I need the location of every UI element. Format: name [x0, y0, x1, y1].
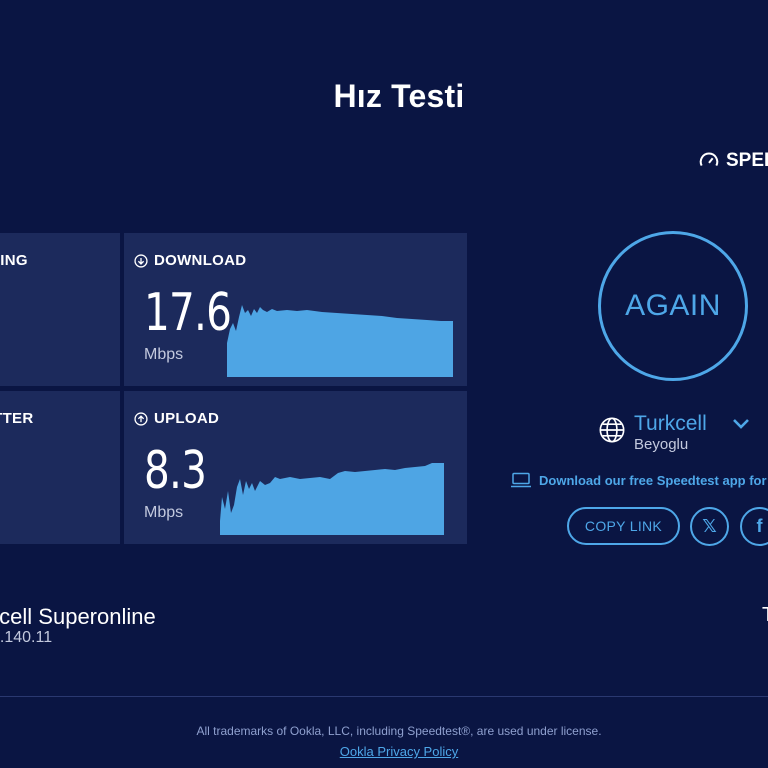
download-panel: DOWNLOAD 17.6 Mbps — [124, 233, 467, 386]
upload-unit: Mbps — [144, 504, 184, 521]
page-title: Hız Testi — [333, 78, 465, 114]
jitter-panel: JITTER — [0, 391, 120, 544]
again-button[interactable]: AGAIN — [598, 231, 748, 381]
ping-panel: PING — [0, 233, 120, 386]
globe-icon — [599, 417, 625, 443]
copy-link-button[interactable]: COPY LINK — [567, 507, 680, 545]
server-selector[interactable]: Turkcell Beyoglu — [598, 412, 707, 453]
laptop-icon — [511, 472, 531, 488]
privacy-policy-link[interactable]: Ookla Privacy Policy — [0, 744, 768, 759]
ping-label: PING — [0, 252, 28, 269]
facebook-share-button[interactable]: f — [740, 507, 768, 546]
x-share-button[interactable]: 𝕏 — [690, 507, 729, 546]
download-app-text: Download our free Speedtest app for — [539, 472, 767, 488]
download-unit: Mbps — [144, 346, 184, 363]
download-value: 17.6 — [144, 283, 232, 343]
speedtest-page: Hız Testi SPEED PING DOWNLOAD 17.6 Mbps … — [0, 0, 768, 768]
download-app-link[interactable]: Download our free Speedtest app for — [510, 472, 767, 488]
x-icon: 𝕏 — [702, 516, 717, 536]
upload-graph — [220, 463, 444, 535]
speedometer-icon — [699, 152, 719, 167]
upload-label: UPLOAD — [134, 410, 219, 427]
jitter-label: JITTER — [0, 410, 34, 427]
speedtest-logo[interactable]: SPEED — [698, 150, 768, 172]
upload-panel: UPLOAD 8.3 Mbps — [124, 391, 467, 544]
download-label: DOWNLOAD — [134, 252, 246, 269]
footer-divider — [0, 696, 768, 697]
trademark-note: All trademarks of Ookla, LLC, including … — [196, 724, 602, 738]
provider-name: Turkcell Superonline — [0, 604, 156, 629]
facebook-icon: f — [756, 516, 763, 536]
server-name[interactable]: Turkcell — [634, 412, 707, 436]
server-location: Beyoglu — [634, 436, 689, 453]
upload-arrow-icon — [134, 411, 148, 426]
truncated-text: T — [762, 604, 768, 627]
ip-address: 2.140.11 — [0, 629, 53, 646]
download-arrow-icon — [134, 253, 148, 268]
upload-value: 8.3 — [144, 441, 207, 501]
download-graph — [227, 305, 453, 377]
chevron-down-icon[interactable] — [732, 418, 750, 430]
brand-text: SPEED — [726, 150, 768, 171]
